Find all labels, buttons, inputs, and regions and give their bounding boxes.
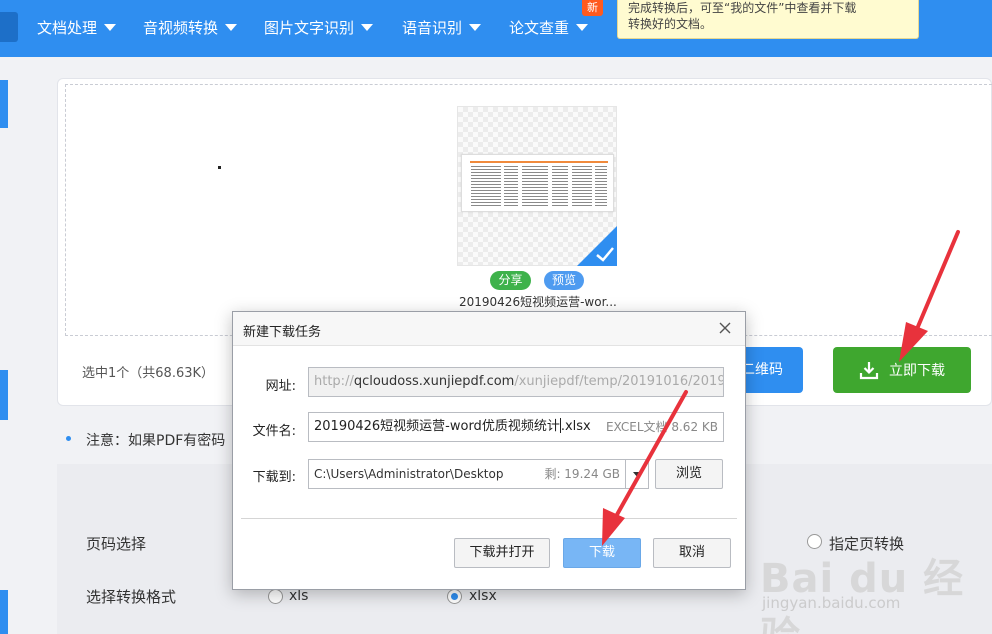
- download-now-label: 立即下载: [889, 363, 945, 379]
- chevron-down-icon: [104, 24, 117, 31]
- selected-check-icon[interactable]: [577, 226, 617, 266]
- nav-item-label: 论文查重: [509, 19, 570, 37]
- download-now-button[interactable]: 立即下载: [833, 347, 971, 393]
- format-select-label: 选择转换格式: [86, 588, 177, 606]
- nav-item-label: 图片文字识别: [264, 19, 355, 37]
- chevron-down-icon: [469, 24, 482, 31]
- saveto-value: C:\Users\Administrator\Desktop: [314, 467, 504, 481]
- preview-header-line: [470, 161, 608, 163]
- filename-hint: EXCEL文档 8.62 KB: [605, 420, 718, 434]
- preview-column: [552, 166, 568, 208]
- format-radio-xlsx[interactable]: [447, 589, 462, 604]
- format-radio-xls[interactable]: [268, 589, 283, 604]
- url-label: 网址:: [265, 379, 296, 394]
- format-label-xls: xls: [289, 588, 309, 604]
- file-name: 20190426短视频运营-wor...: [459, 295, 617, 309]
- qr-button-label: 二维码: [741, 362, 783, 378]
- preview-column: [471, 166, 501, 208]
- filename-ext: .xlsx: [560, 419, 591, 434]
- filename-input[interactable]: 20190426短视频运营-word优质视频统计.xlsx EXCEL文档 8.…: [308, 412, 724, 442]
- url-host: qcloudoss.xunjiepdf.com: [353, 374, 515, 389]
- saveto-label: 下载到:: [252, 470, 296, 485]
- download-and-open-button[interactable]: 下载并打开: [454, 538, 550, 568]
- page-select-label: 页码选择: [86, 535, 147, 553]
- cursor-dot: [218, 166, 221, 169]
- watermark-url: jingyan.baidu.com: [762, 594, 901, 612]
- preview-button[interactable]: 预览: [544, 271, 584, 290]
- notice-bullet: [66, 436, 71, 441]
- dialog-title: 新建下载任务: [243, 325, 322, 340]
- baidu-watermark: Bai du 经验: [760, 556, 965, 634]
- selection-info: 选中1个（共68.63K）: [82, 366, 215, 381]
- tooltip-line-1: 完成转换后，可至“我的文件”中查看并下载: [628, 1, 857, 15]
- chevron-down-icon: [225, 24, 238, 31]
- conversion-tooltip: 完成转换后，可至“我的文件”中查看并下载 转换好的文档。: [617, 0, 919, 39]
- new-badge: 新: [582, 0, 603, 16]
- format-label-xlsx: xlsx: [469, 588, 497, 604]
- saveto-free-space: 剩: 19.24 GB: [544, 467, 620, 481]
- preview-column: [572, 166, 592, 208]
- sidebar-mark: [0, 370, 8, 420]
- saveto-field[interactable]: C:\Users\Administrator\Desktop 剩: 19.24 …: [308, 459, 626, 489]
- password-notice: 注意：如果PDF有密码: [86, 433, 226, 449]
- sidebar-mark: [0, 80, 8, 128]
- nav-item-ocr[interactable]: 图片文字识别: [264, 17, 374, 38]
- browse-button[interactable]: 浏览: [655, 459, 723, 489]
- preview-column: [595, 166, 607, 208]
- nav-left-cap: [0, 12, 18, 42]
- nav-item-paper-check[interactable]: 论文查重: [509, 17, 589, 38]
- nav-item-av-convert[interactable]: 音视频转换: [143, 17, 238, 38]
- dialog-title-bar: 新建下载任务: [233, 312, 745, 346]
- url-prefix: http://: [314, 374, 354, 389]
- download-button[interactable]: 下载: [563, 538, 641, 568]
- share-button[interactable]: 分享: [490, 271, 531, 290]
- nav-item-label: 语音识别: [402, 19, 463, 37]
- chevron-down-icon: [576, 24, 589, 31]
- qr-code-button[interactable]: 二维码: [737, 347, 803, 393]
- nav-item-doc-processing[interactable]: 文档处理: [37, 17, 117, 38]
- nav-item-label: 文档处理: [37, 19, 98, 37]
- cancel-button[interactable]: 取消: [653, 538, 731, 568]
- preview-column: [504, 166, 518, 208]
- saveto-dropdown-button[interactable]: [625, 459, 649, 489]
- nav-item-speech[interactable]: 语音识别: [402, 17, 482, 38]
- nav-item-label: 音视频转换: [143, 19, 219, 37]
- preview-column: [522, 166, 548, 208]
- filename-label: 文件名:: [252, 424, 296, 439]
- sidebar-mark: [0, 590, 8, 634]
- spreadsheet-preview-image: [461, 154, 614, 212]
- url-field[interactable]: http://qcloudoss.xunjiepdf.com/xunjiepdf…: [308, 367, 724, 397]
- filename-value: 20190426短视频运营-word优质视频统计: [314, 419, 560, 434]
- chevron-down-icon: [361, 24, 374, 31]
- tooltip-line-2: 转换好的文档。: [628, 17, 713, 31]
- download-icon: [859, 362, 879, 380]
- url-path: /xunjiepdf/temp/20191016/20190426%: [514, 374, 724, 389]
- close-icon[interactable]: [717, 320, 733, 336]
